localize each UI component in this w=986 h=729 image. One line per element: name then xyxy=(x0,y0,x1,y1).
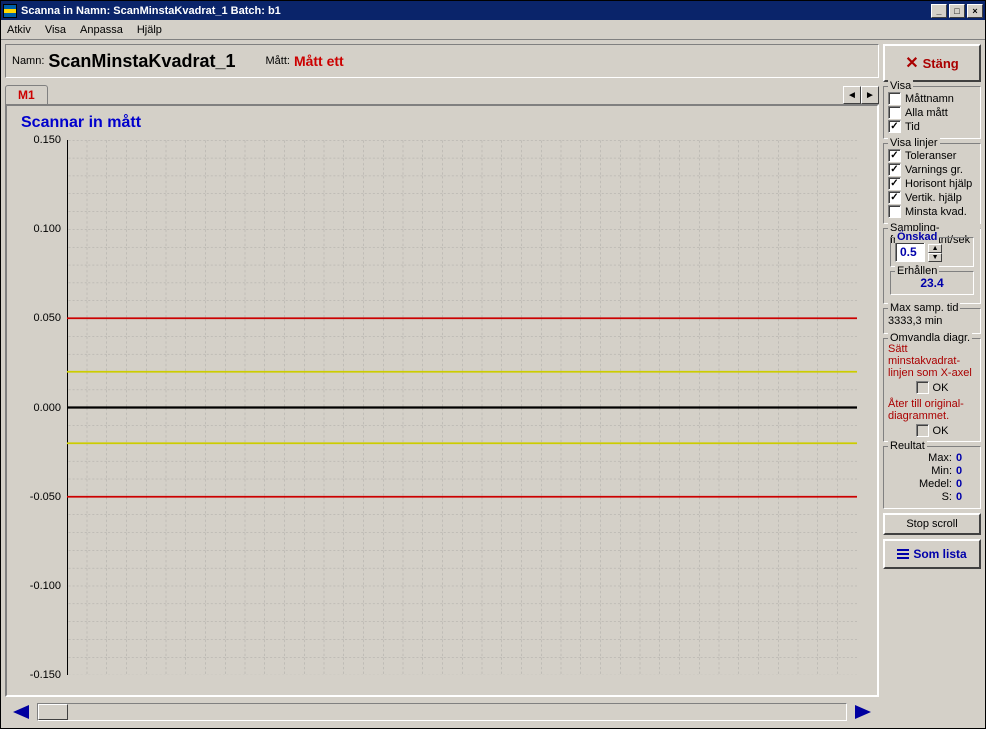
scroll-right-button[interactable] xyxy=(849,702,877,722)
ytick: 0.150 xyxy=(33,134,61,146)
name-value: ScanMinstaKvadrat_1 xyxy=(48,51,235,72)
list-icon xyxy=(897,549,909,559)
visa-linjer-group: Visa linjer ✓Toleranser ✓Varnings gr. ✓H… xyxy=(883,143,981,224)
minimize-button[interactable]: _ xyxy=(931,4,947,18)
checkbox-varnings[interactable]: ✓ xyxy=(888,163,901,176)
ok1-checkbox[interactable] xyxy=(916,381,929,394)
close-button[interactable]: ✕ Stäng xyxy=(883,44,981,82)
checkbox-alla-matt[interactable] xyxy=(888,106,901,119)
scroll-left-button[interactable] xyxy=(7,702,35,722)
matt-label: Mått: xyxy=(265,55,289,67)
onskad-down-button[interactable]: ▼ xyxy=(928,253,942,262)
app-icon xyxy=(3,4,17,18)
ytick: -0.100 xyxy=(30,580,61,592)
close-window-button[interactable]: × xyxy=(967,4,983,18)
erhallen-value: 23.4 xyxy=(895,276,969,290)
omvandla-group: Omvandla diagr. Sätt minstakvadrat-linje… xyxy=(883,338,981,442)
stop-scroll-button[interactable]: Stop scroll xyxy=(883,513,981,535)
window-title: Scanna in Namn: ScanMinstaKvadrat_1 Batc… xyxy=(21,5,931,17)
tab-prev-button[interactable]: ◄ xyxy=(843,86,861,104)
titlebar: Scanna in Namn: ScanMinstaKvadrat_1 Batc… xyxy=(1,1,985,20)
ytick: -0.050 xyxy=(30,491,61,503)
checkbox-mattnamn[interactable] xyxy=(888,92,901,105)
ytick: 0.000 xyxy=(33,402,61,414)
matt-value: Mått ett xyxy=(294,53,344,69)
onskad-up-button[interactable]: ▲ xyxy=(928,244,942,253)
maximize-button[interactable]: □ xyxy=(949,4,965,18)
chart-title: Scannar in mått xyxy=(7,106,877,140)
menu-visa[interactable]: Visa xyxy=(45,24,66,36)
checkbox-toleranser[interactable]: ✓ xyxy=(888,149,901,162)
main-window: Scanna in Namn: ScanMinstaKvadrat_1 Batc… xyxy=(0,0,986,729)
name-bar: Namn: ScanMinstaKvadrat_1 Mått: Mått ett xyxy=(5,44,879,78)
sampling-group: Sampling-frekvens ant/sek Önskad 0.5 ▲ ▼… xyxy=(883,228,981,304)
som-lista-button[interactable]: Som lista xyxy=(883,539,981,569)
name-label: Namn: xyxy=(12,55,44,67)
checkbox-tid[interactable]: ✓ xyxy=(888,120,901,133)
checkbox-vertik[interactable]: ✓ xyxy=(888,191,901,204)
menu-anpassa[interactable]: Anpassa xyxy=(80,24,123,36)
tab-m1[interactable]: M1 xyxy=(5,85,48,104)
menu-hjalp[interactable]: Hjälp xyxy=(137,24,162,36)
menu-atkiv[interactable]: Atkiv xyxy=(7,24,31,36)
chart-svg xyxy=(67,140,857,675)
scroll-track[interactable] xyxy=(37,703,847,721)
tab-next-button[interactable]: ► xyxy=(861,86,879,104)
menubar: Atkiv Visa Anpassa Hjälp xyxy=(1,20,985,40)
maxsamp-group: Max samp. tid 3333,3 min xyxy=(883,308,981,334)
close-icon: ✕ xyxy=(905,53,918,73)
maxsamp-value: 3333,3 min xyxy=(888,313,976,329)
ytick: -0.150 xyxy=(30,669,61,681)
ok2-checkbox[interactable] xyxy=(916,424,929,437)
plot-region: 0.150 0.100 0.050 0.000 -0.050 -0.100 -0… xyxy=(67,140,857,675)
resultat-group: Reultat Max:0 Min:0 Medel:0 S:0 xyxy=(883,446,981,509)
visa-group: Visa Måttnamn Alla mått ✓Tid xyxy=(883,86,981,139)
checkbox-horisont[interactable]: ✓ xyxy=(888,177,901,190)
checkbox-minsta-kvad[interactable] xyxy=(888,205,901,218)
scroll-thumb[interactable] xyxy=(38,704,68,720)
tabs-row: M1 ◄ ► xyxy=(5,84,879,104)
chart-scrollbar xyxy=(5,700,879,724)
chart-area: Scannar in mått xyxy=(5,104,879,697)
onskad-input[interactable]: 0.5 xyxy=(895,242,925,262)
ytick: 0.050 xyxy=(33,312,61,324)
ytick: 0.100 xyxy=(33,223,61,235)
